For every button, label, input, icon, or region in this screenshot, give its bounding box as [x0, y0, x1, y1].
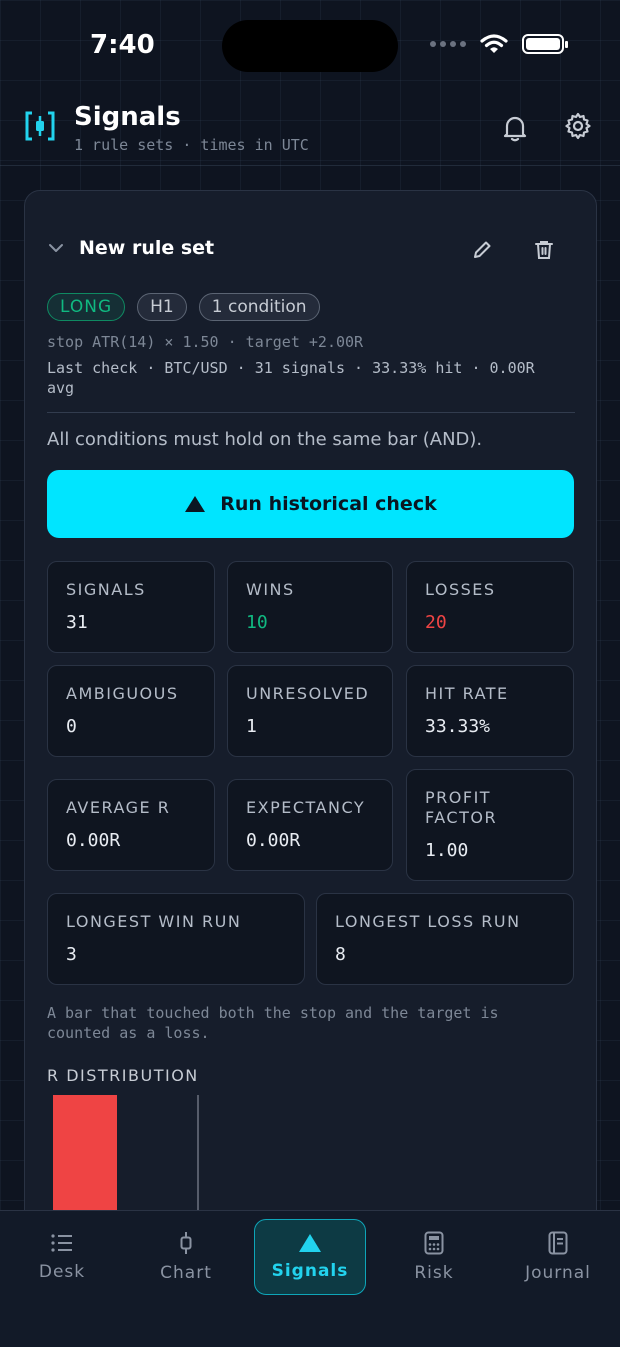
dynamic-island: [222, 20, 398, 72]
stat-label: HIT RATE: [425, 684, 509, 703]
stat-value: 0.00R: [246, 830, 301, 851]
run-historical-check-button[interactable]: Run historical check: [47, 470, 574, 538]
bell-icon[interactable]: [502, 114, 528, 142]
condition-mode-text: All conditions must hold on the same bar…: [47, 429, 483, 450]
triangle-icon: [185, 496, 206, 512]
stop-target-info: stop ATR(14) × 1.50 · target +2.00R: [47, 333, 364, 351]
app-header: Signals 1 rule sets · times in UTC: [0, 96, 620, 166]
stat-hit-rate: HIT RATE 33.33%: [406, 665, 574, 757]
stat-label: WINS: [246, 580, 295, 599]
divider: [47, 412, 575, 413]
calculator-icon: [424, 1231, 444, 1255]
tab-risk[interactable]: Risk: [378, 1219, 490, 1295]
stat-unresolved: UNRESOLVED 1: [227, 665, 393, 757]
stat-label: EXPECTANCY: [246, 798, 366, 817]
cellular-signal-icon: [430, 41, 466, 47]
ambiguity-footnote: A bar that touched both the stop and the…: [47, 1004, 499, 1042]
stat-value: 1: [246, 716, 257, 737]
tab-journal[interactable]: Journal: [502, 1219, 614, 1295]
stat-label: LONGEST LOSS RUN: [335, 912, 521, 931]
stat-value: 1.00: [425, 840, 469, 861]
stat-value: 31: [66, 612, 88, 633]
stat-wins: WINS 10: [227, 561, 393, 653]
edit-icon[interactable]: [471, 239, 493, 261]
page-subtitle: 1 rule sets · times in UTC: [74, 136, 309, 154]
stat-label: AMBIGUOUS: [66, 684, 179, 703]
tab-label: Chart: [160, 1263, 212, 1283]
tab-signals[interactable]: Signals: [254, 1219, 366, 1295]
wifi-icon: [480, 34, 508, 53]
tab-label: Desk: [38, 1262, 86, 1282]
stat-label: SIGNALS: [66, 580, 146, 599]
stat-losses: LOSSES 20: [406, 561, 574, 653]
stat-label: AVERAGE R: [66, 798, 171, 817]
status-indicators: [430, 34, 568, 54]
list-icon: [51, 1234, 72, 1252]
signals-logo-icon: [25, 111, 55, 141]
stat-value: 0: [66, 716, 77, 737]
direction-badge: LONG: [47, 293, 126, 321]
rule-set-header[interactable]: New rule set: [47, 237, 214, 259]
stat-label: LOSSES: [425, 580, 496, 599]
tab-label: Signals: [271, 1261, 349, 1281]
timeframe-badge: H1: [137, 293, 187, 321]
tab-desk[interactable]: Desk: [6, 1219, 118, 1295]
condition-count-badge: 1 condition: [198, 293, 320, 321]
tab-label: Risk: [414, 1263, 454, 1283]
stat-profit-factor: PROFIT FACTOR 1.00: [406, 769, 574, 881]
run-button-label: Run historical check: [220, 493, 437, 515]
last-check-info: Last check · BTC/USD · 31 signals · 33.3…: [47, 359, 535, 397]
stat-signals: SIGNALS 31: [47, 561, 215, 653]
rule-set-card: New rule set LONG H1 1 condition stop AT…: [24, 190, 597, 1231]
trash-icon[interactable]: [533, 239, 555, 261]
stat-label: LONGEST WIN RUN: [66, 912, 242, 931]
gear-icon[interactable]: [564, 112, 592, 140]
bottom-tab-bar: Desk Chart Signals Risk Journal: [0, 1210, 620, 1347]
battery-icon: [522, 34, 568, 54]
tab-chart[interactable]: Chart: [130, 1219, 242, 1295]
stat-value: 33.33%: [425, 716, 491, 737]
r-distribution-title: R DISTRIBUTION: [47, 1066, 199, 1085]
rule-tags: LONG H1 1 condition: [47, 293, 320, 321]
rule-set-title: New rule set: [79, 237, 215, 259]
stat-value: 8: [335, 944, 346, 965]
stat-value: 3: [66, 944, 77, 965]
stat-value: 0.00R: [66, 830, 121, 851]
stat-value: 20: [425, 612, 447, 633]
status-bar: 7:40: [0, 0, 620, 92]
journal-icon: [548, 1231, 568, 1255]
triangle-icon: [299, 1234, 321, 1252]
stat-longest-win-run: LONGEST WIN RUN 3: [47, 893, 305, 985]
candle-icon: [180, 1232, 192, 1254]
status-time: 7:40: [90, 30, 155, 60]
stat-average-r: AVERAGE R 0.00R: [47, 779, 215, 871]
stat-label: PROFIT FACTOR: [425, 788, 498, 827]
tab-label: Journal: [525, 1263, 591, 1283]
stat-label: UNRESOLVED: [246, 684, 370, 703]
stat-value: 10: [246, 612, 268, 633]
stat-longest-loss-run: LONGEST LOSS RUN 8: [316, 893, 574, 985]
stat-ambiguous: AMBIGUOUS 0: [47, 665, 215, 757]
chevron-down-icon[interactable]: [47, 239, 65, 257]
page-title: Signals: [74, 102, 181, 132]
stat-expectancy: EXPECTANCY 0.00R: [227, 779, 393, 871]
